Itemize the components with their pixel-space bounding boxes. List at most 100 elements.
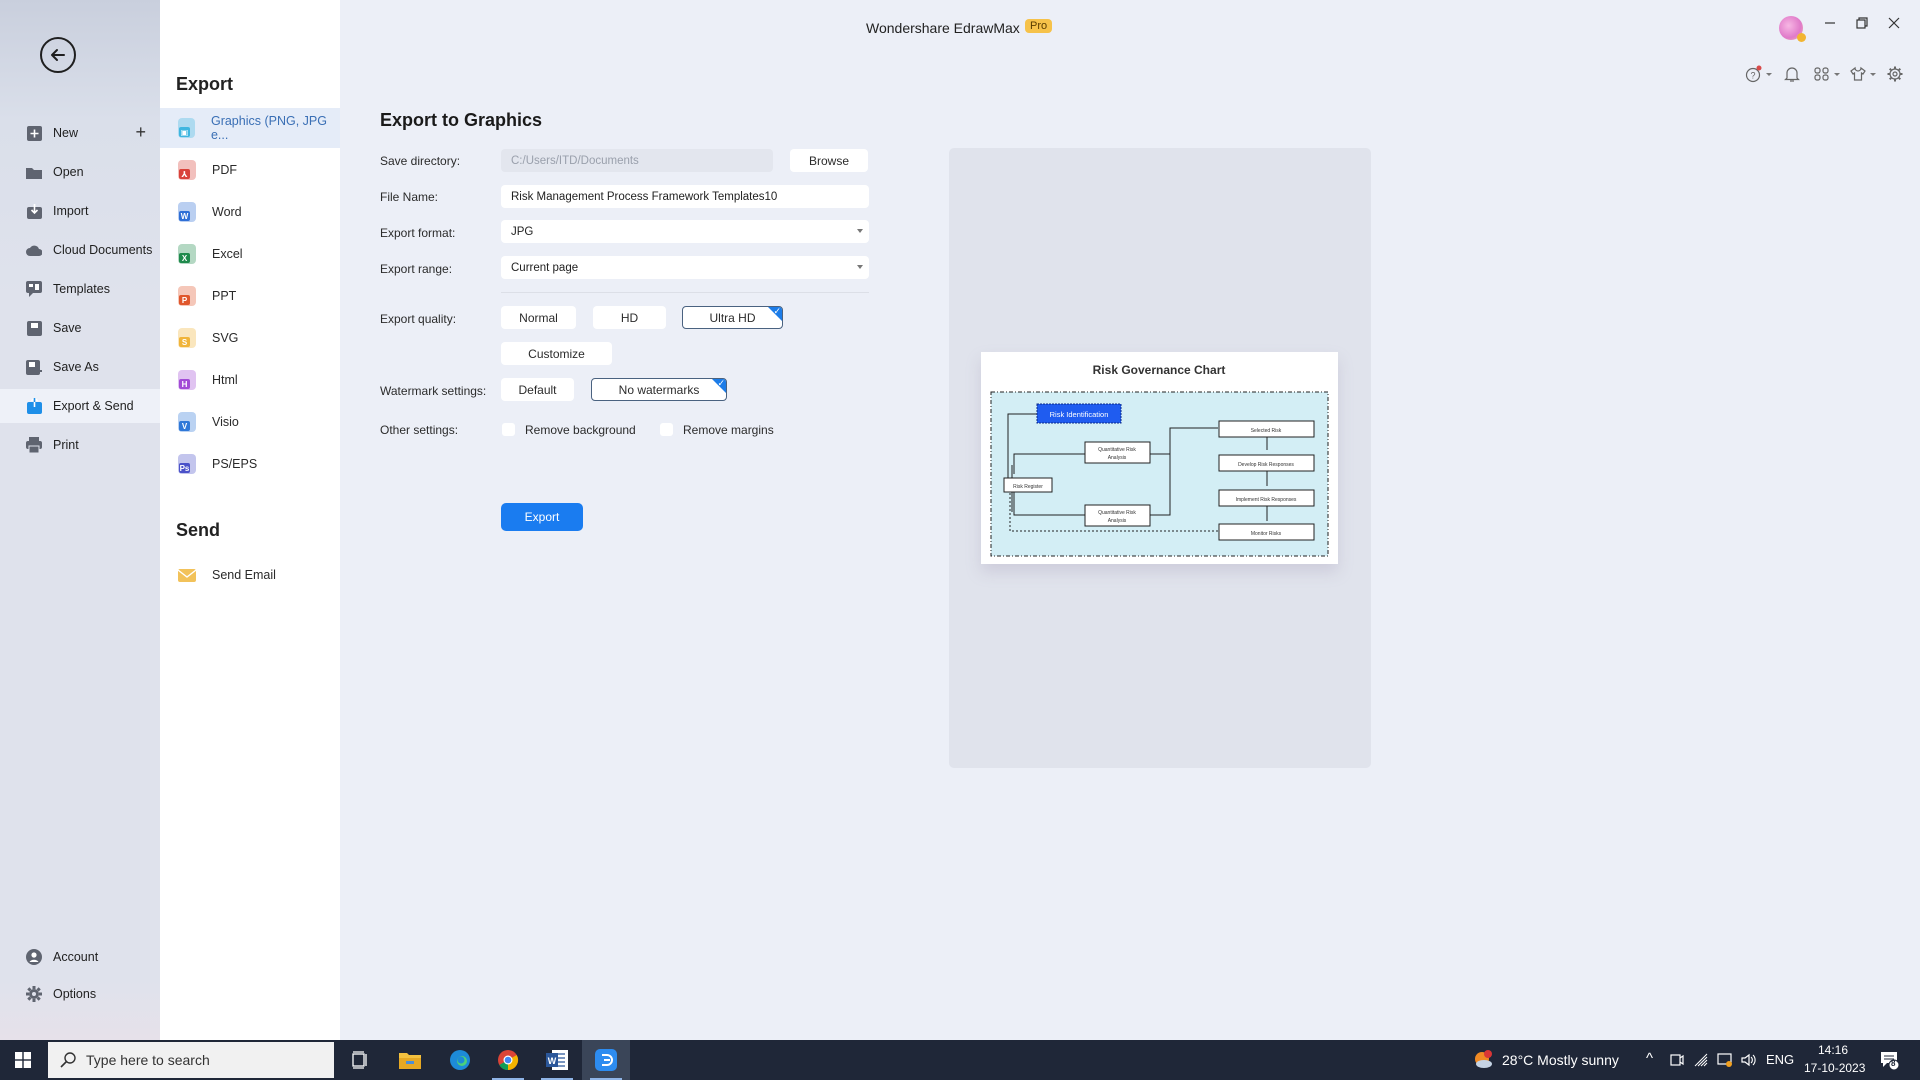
nav-item-templates[interactable]: Templates (0, 272, 160, 306)
menu-item-send-email[interactable]: Send Email (160, 555, 340, 595)
nav-item-import[interactable]: Import (0, 194, 160, 228)
quality-hd-button[interactable]: HD (593, 306, 666, 329)
export-format-value: JPG (511, 225, 534, 238)
weather-text[interactable]: 28°C Mostly sunny (1502, 1052, 1619, 1068)
taskbar-edge[interactable] (436, 1040, 484, 1080)
nav-item-label: Options (53, 987, 97, 1001)
nav-item-open[interactable]: Open (0, 155, 160, 189)
file-icon-glyph: W (179, 211, 190, 221)
start-button[interactable] (0, 1040, 46, 1080)
export-format-label: Export format: (380, 226, 456, 240)
browse-button[interactable]: Browse (790, 149, 868, 172)
menu-item-pdf[interactable]: ⅄ PDF (160, 150, 340, 190)
svg-file-icon: S (178, 328, 196, 348)
volume-icon[interactable] (1740, 1052, 1756, 1068)
nav-item-label: New (53, 126, 79, 140)
menu-item-ppt[interactable]: P PPT (160, 276, 340, 316)
nav-item-label: Account (53, 950, 99, 964)
file-icon-glyph: S (179, 337, 190, 347)
language-indicator[interactable]: ENG (1766, 1052, 1794, 1067)
wifi-icon[interactable] (1693, 1052, 1709, 1068)
taskbar-search-input[interactable]: Type here to search (48, 1042, 334, 1078)
restore-button[interactable] (1855, 16, 1869, 35)
menu-item-label: Word (212, 205, 242, 219)
close-button[interactable] (1887, 16, 1901, 35)
taskbar-chrome[interactable] (484, 1040, 532, 1080)
check-icon: ✓ (773, 306, 781, 316)
remove-margins-checkbox[interactable] (660, 423, 673, 436)
diagram-title: Risk Governance Chart (1093, 363, 1226, 377)
plus-square-icon (26, 125, 42, 141)
taskbar-edrawmax[interactable] (582, 1040, 630, 1080)
remove-background-checkbox[interactable] (502, 423, 515, 436)
nav-item-account[interactable]: Account (0, 940, 160, 974)
avatar[interactable] (1779, 16, 1806, 42)
node-label: Develop Risk Responses (1238, 462, 1294, 468)
file-icon-glyph: V (179, 421, 190, 431)
watermark-none-button[interactable]: No watermarks ✓ (591, 378, 727, 401)
minimize-icon (1825, 22, 1835, 24)
file-icon-glyph: ⅄ (179, 169, 190, 179)
menu-item-label: SVG (212, 331, 239, 345)
nav-item-print[interactable]: Print (0, 428, 160, 462)
notification-center-button[interactable]: 8 (1880, 1050, 1900, 1071)
quality-customize-button[interactable]: Customize (501, 342, 612, 365)
notifications-button[interactable] (1783, 65, 1801, 83)
clock-date[interactable]: 17-10-2023 (1804, 1061, 1865, 1075)
nav-item-new[interactable]: New + (0, 116, 160, 150)
weather-icon (1475, 1050, 1492, 1068)
menu-item-word[interactable]: W Word (160, 192, 340, 232)
help-caret-icon[interactable] (1766, 73, 1772, 76)
pro-badge: Pro (1025, 19, 1053, 33)
nav-item-save-as[interactable]: Save As (0, 350, 160, 384)
menu-item-graphics-png-jpg-e[interactable]: ▣ Graphics (PNG, JPG e... (160, 108, 340, 148)
menu-item-excel[interactable]: X Excel (160, 234, 340, 274)
node-label: Risk Identification (1050, 410, 1109, 419)
visio-file-icon: V (178, 412, 196, 432)
taskbar-file-explorer[interactable] (386, 1040, 434, 1080)
help-button[interactable]: ? (1745, 65, 1763, 83)
settings-button[interactable] (1886, 65, 1904, 83)
nav-item-label: Import (53, 204, 89, 218)
device-icon[interactable] (1717, 1052, 1733, 1068)
tray-expand-icon[interactable]: ^ (1646, 1050, 1653, 1067)
back-button[interactable] (40, 37, 76, 73)
menu-item-svg[interactable]: S SVG (160, 318, 340, 358)
apps-caret-icon[interactable] (1834, 73, 1840, 76)
nav-item-cloud-documents[interactable]: Cloud Documents (0, 233, 160, 267)
file-name-input[interactable]: Risk Management Process Framework Templa… (501, 185, 869, 208)
cloud-icon (26, 242, 42, 258)
task-view-button[interactable] (336, 1040, 384, 1080)
notification-count: 8 (1891, 1059, 1896, 1068)
nav-item-label: Print (53, 438, 79, 452)
menu-item-ps-eps[interactable]: Ps PS/EPS (160, 444, 340, 484)
search-icon (60, 1052, 76, 1068)
nav-item-save[interactable]: Save (0, 311, 160, 345)
watermark-default-button[interactable]: Default (501, 378, 574, 401)
nav-item-label: Save (53, 321, 82, 335)
theme-caret-icon[interactable] (1870, 73, 1876, 76)
menu-item-visio[interactable]: V Visio (160, 402, 340, 442)
taskbar-word[interactable]: W (533, 1040, 581, 1080)
minimize-button[interactable] (1823, 16, 1837, 35)
new-plus-icon[interactable]: + (135, 123, 146, 141)
clock-time[interactable]: 14:16 (1818, 1043, 1848, 1057)
edrawmax-icon (595, 1049, 617, 1071)
menu-item-html[interactable]: H Html (160, 360, 340, 400)
export-button[interactable]: Export (501, 503, 583, 531)
nav-item-options[interactable]: Options (0, 977, 160, 1011)
file-icon-glyph: Ps (179, 463, 190, 473)
save-icon (26, 320, 42, 336)
meet-icon[interactable] (1670, 1052, 1684, 1068)
nav-item-export-send[interactable]: Export & Send (0, 389, 160, 423)
quality-ultra-hd-button[interactable]: Ultra HD ✓ (682, 306, 783, 329)
theme-button[interactable] (1849, 65, 1867, 83)
quality-normal-button[interactable]: Normal (501, 306, 576, 329)
task-view-icon (352, 1051, 367, 1069)
other-settings-label: Other settings: (380, 423, 459, 437)
file-name-label: File Name: (380, 190, 439, 204)
apps-button[interactable] (1813, 65, 1831, 83)
nav-item-label: Templates (53, 282, 110, 296)
export-format-select[interactable]: JPG (501, 220, 869, 243)
export-range-select[interactable]: Current page (501, 256, 869, 279)
